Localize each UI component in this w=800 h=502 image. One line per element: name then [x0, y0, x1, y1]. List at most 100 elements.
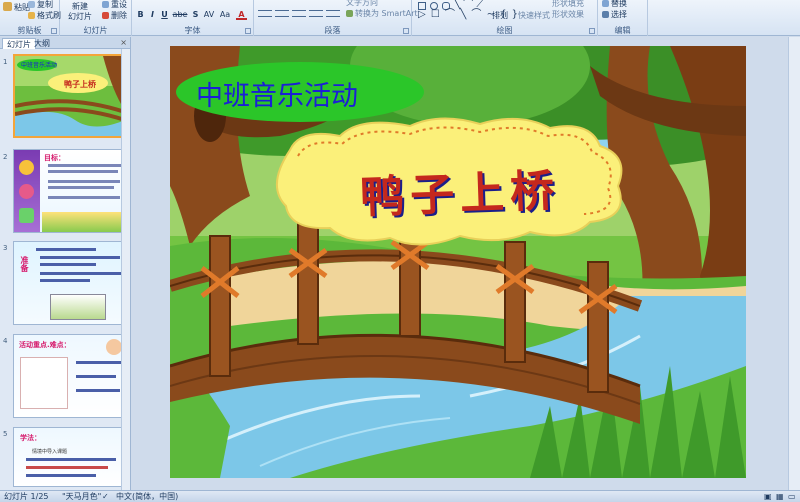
- thumb-1-title: 鸭子上桥: [64, 80, 96, 89]
- text-line: [48, 180, 120, 183]
- italic-button[interactable]: I: [147, 9, 158, 20]
- thumb-1-subtitle: 中班音乐活动: [21, 62, 58, 69]
- slide-number: 4: [3, 337, 8, 345]
- status-bar: 幻灯片 1/25 "天马月色" ✓ 中文(简体，中国) ▣ ▦ ▭: [0, 490, 800, 502]
- text-line: [36, 248, 96, 251]
- delete-icon: [102, 12, 109, 19]
- align-center-icon[interactable]: [275, 10, 289, 17]
- editor-scrollbar[interactable]: [788, 37, 800, 490]
- text-line: [76, 389, 120, 392]
- classroom-photo: [50, 294, 106, 320]
- thumb-5-line: 情境中导入课题: [32, 449, 68, 455]
- slideshow-view-icon[interactable]: ▭: [788, 491, 796, 502]
- tab-outline[interactable]: 大纲: [30, 38, 54, 49]
- paragraph-launcher-icon[interactable]: [403, 28, 409, 34]
- font-group: B I U abe S AV Aa A 字体: [132, 0, 254, 36]
- clipboard-launcher-icon[interactable]: [51, 28, 57, 34]
- slides-label: 幻灯片: [83, 26, 108, 35]
- drawing-launcher-icon[interactable]: [589, 28, 595, 34]
- thumb-5-heading: 学法：: [20, 434, 41, 442]
- slide-thumbnail-1[interactable]: 中班音乐活动 鸭子上桥: [13, 54, 128, 138]
- paragraph-label: 段落: [324, 26, 341, 35]
- pane-tabs: 幻灯片 大纲 ×: [0, 37, 130, 49]
- ribbon: 粘贴 复制 格式刷 剪贴板 新建 幻灯片 重设 删除 幻灯片 B I U abe…: [0, 0, 800, 36]
- pane-scrollbar[interactable]: [121, 49, 130, 490]
- text-line: [76, 375, 116, 378]
- sorter-view-icon[interactable]: ▦: [776, 491, 784, 502]
- close-pane-icon[interactable]: ×: [120, 38, 127, 47]
- smartart-icon: [346, 10, 353, 17]
- text-line: [26, 466, 108, 469]
- smartart-button[interactable]: 转换为 SmartArt: [346, 9, 418, 19]
- text-direction-button[interactable]: 文字方向: [346, 0, 378, 8]
- text-line: [26, 474, 96, 477]
- paste-button[interactable]: 粘贴: [3, 2, 30, 13]
- reset-icon: [102, 1, 109, 8]
- drawing-label: 绘图: [496, 26, 513, 35]
- paste-icon: [3, 2, 12, 11]
- font-color-button[interactable]: A: [236, 9, 247, 20]
- slide-number: 1: [3, 58, 8, 66]
- reset-button[interactable]: 重设: [102, 0, 127, 10]
- thumb-2-heading: 目标：: [44, 154, 65, 162]
- slide-editor: 中班音乐活动 鸭子上桥: [132, 37, 800, 490]
- change-case-button[interactable]: Aa: [218, 9, 232, 20]
- text-line: [48, 170, 118, 173]
- slide-thumbnail-4[interactable]: 活动重点.难点：: [13, 334, 128, 418]
- slide-number: 5: [3, 430, 8, 438]
- replace-button[interactable]: 替换: [602, 0, 627, 9]
- editing-group: 替换 选择 编辑: [598, 0, 648, 36]
- slide-number: 3: [3, 244, 8, 252]
- drawing-group: ╲ ⌒ ⟋ ▷ ☐ ⌒ ╲ ⌒ ∼ { } 排列 快速样式 形状填充 形状效果 …: [412, 0, 598, 36]
- slide-title[interactable]: 鸭子上桥: [359, 155, 561, 226]
- text-line: [40, 279, 90, 282]
- delete-slide-button[interactable]: 删除: [102, 11, 127, 21]
- shadow-button[interactable]: S: [190, 9, 201, 20]
- paragraph-group: 文字方向 转换为 SmartArt 段落: [254, 0, 418, 36]
- slides-group: 新建 幻灯片 重设 删除 幻灯片: [60, 0, 132, 36]
- strikethrough-button[interactable]: abe: [172, 9, 188, 20]
- text-line: [48, 164, 122, 167]
- thumb-4-heading: 活动重点.难点：: [19, 341, 71, 349]
- bold-button[interactable]: B: [135, 9, 146, 20]
- underline-button[interactable]: U: [159, 9, 170, 20]
- slide-position: 幻灯片 1/25: [4, 492, 49, 501]
- slide-thumbnail-2[interactable]: 目标：: [13, 149, 128, 233]
- language-indicator[interactable]: 中文(简体，中国): [116, 491, 178, 502]
- slide-subtitle[interactable]: 中班音乐活动: [196, 74, 358, 113]
- editing-label: 编辑: [614, 26, 631, 35]
- text-line: [40, 263, 96, 266]
- normal-view-icon[interactable]: ▣: [764, 491, 772, 502]
- text-line: [48, 196, 120, 199]
- select-button[interactable]: 选择: [602, 10, 627, 20]
- flowers-strip: [42, 212, 127, 232]
- slide-thumbnail-5[interactable]: 学法： 情境中导入课题: [13, 427, 128, 487]
- flower-icon: [19, 184, 34, 199]
- format-painter-button[interactable]: 格式刷: [28, 11, 61, 21]
- replace-icon: [602, 0, 609, 7]
- char-spacing-button[interactable]: AV: [202, 9, 216, 20]
- font-label: 字体: [184, 26, 201, 35]
- slide-canvas[interactable]: 中班音乐活动 鸭子上桥: [170, 46, 746, 478]
- font-launcher-icon[interactable]: [245, 28, 251, 34]
- slides-pane: 幻灯片 大纲 × 1 中班音乐活动 鸭子上桥 2 目标： 3 准备 4 活动重点…: [0, 37, 131, 490]
- slide-thumbnail-3[interactable]: 准备: [13, 241, 128, 325]
- align-right-icon[interactable]: [292, 10, 306, 17]
- text-line: [40, 272, 122, 275]
- clipboard-group: 粘贴 复制 格式刷 剪贴板: [0, 0, 61, 36]
- slide-number: 2: [3, 153, 8, 161]
- align-left-icon[interactable]: [258, 10, 272, 17]
- shape-effects-button[interactable]: 形状效果: [552, 10, 584, 20]
- spellcheck-icon[interactable]: ✓: [102, 491, 109, 502]
- child-icon: [106, 339, 122, 355]
- new-slide-button[interactable]: 新建 幻灯片: [68, 2, 92, 22]
- text-line: [40, 256, 120, 259]
- copy-button[interactable]: 复制: [28, 0, 53, 10]
- distribute-icon[interactable]: [326, 10, 340, 17]
- text-line: [48, 186, 114, 189]
- shape-fill-button[interactable]: 形状填充: [552, 0, 584, 9]
- clock-icon: [19, 160, 34, 175]
- arrange-button[interactable]: 排列: [492, 11, 508, 21]
- quick-styles-button[interactable]: 快速样式: [518, 11, 550, 21]
- justify-icon[interactable]: [309, 10, 323, 17]
